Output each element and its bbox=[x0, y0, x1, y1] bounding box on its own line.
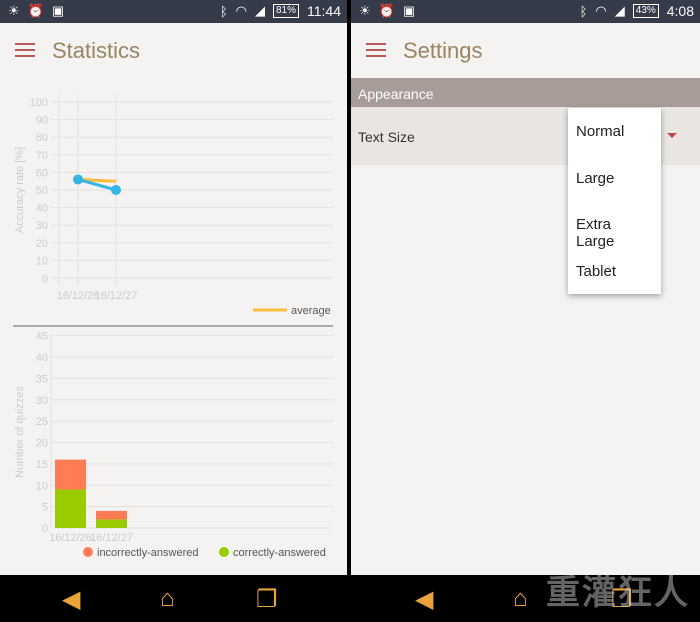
clock: 4:08 bbox=[666, 3, 694, 19]
watermark: 重灌狂人 bbox=[546, 574, 690, 612]
back-icon[interactable]: ◀ bbox=[62, 585, 80, 614]
brightness-icon: ☀ bbox=[359, 3, 371, 18]
section-header-appearance: Appearance bbox=[351, 78, 700, 107]
x-tick-label: 16/12/26 bbox=[49, 532, 92, 544]
settings-screen: ☀ ⏰ ▣ ᛒ ◠ ◢ 43% 4:08 Settings Appearance Text … bbox=[351, 0, 700, 622]
bar-segment bbox=[55, 459, 86, 490]
option-normal[interactable]: Normal bbox=[568, 114, 661, 161]
home-icon[interactable]: ⌂ bbox=[513, 585, 528, 613]
app-bar: Settings bbox=[351, 23, 700, 78]
option-large[interactable]: Large bbox=[568, 161, 661, 208]
home-icon[interactable]: ⌂ bbox=[160, 585, 175, 613]
x-tick-label: 16/12/27 bbox=[90, 532, 133, 544]
legend-swatch-incorrect bbox=[83, 547, 93, 557]
quizzes-bar-chart: 0 5 10 15 20 25 30 35 40 45 Number of quizzes 16/12… bbox=[14, 331, 333, 559]
statistics-screen: ☀ ⏰ ▣ ᛒ ◠ ◢ 81% 11:44 Statistics 0 10 20 30 40 50 60… bbox=[0, 0, 347, 622]
image-icon: ▣ bbox=[402, 3, 416, 18]
y-tick-label: 30 bbox=[36, 395, 48, 407]
y-tick-label: 35 bbox=[36, 373, 48, 385]
dropdown-arrow-icon[interactable] bbox=[667, 133, 677, 138]
y-tick-label: 25 bbox=[36, 416, 48, 428]
battery-indicator: 43% bbox=[632, 4, 659, 18]
back-icon[interactable]: ◀ bbox=[415, 585, 433, 614]
y-axis-label: Number of quizzes bbox=[14, 386, 26, 478]
text-size-label: Text Size bbox=[358, 129, 415, 145]
legend-label-incorrect: incorrectly-answered bbox=[97, 547, 198, 559]
page-title: Settings bbox=[403, 38, 483, 63]
y-tick-label: 15 bbox=[36, 459, 48, 471]
bar-segment bbox=[96, 510, 127, 520]
legend-swatch-correct bbox=[219, 547, 229, 557]
menu-icon[interactable] bbox=[366, 43, 386, 57]
navigation-bar: ◀ ⌂ ❐ bbox=[0, 575, 347, 622]
legend-label-correct: correctly-answered bbox=[233, 547, 326, 559]
y-tick-label: 40 bbox=[36, 352, 48, 364]
y-tick-label: 10 bbox=[36, 480, 48, 492]
text-size-dropdown: Normal Large Extra Large Tablet bbox=[568, 108, 661, 294]
y-tick-label: 0 bbox=[42, 523, 48, 535]
signal-icon: ◢ bbox=[614, 3, 625, 18]
y-tick-label: 45 bbox=[36, 331, 48, 343]
bluetooth-icon: ᛒ bbox=[579, 3, 588, 19]
option-tablet[interactable]: Tablet bbox=[568, 254, 661, 301]
alarm-icon: ⏰ bbox=[378, 3, 395, 18]
status-bar: ☀ ⏰ ▣ ᛒ ◠ ◢ 43% 4:08 bbox=[351, 0, 700, 23]
y-tick-label: 20 bbox=[36, 438, 48, 450]
wifi-icon: ◠ bbox=[595, 3, 607, 18]
bar-segment bbox=[55, 489, 86, 528]
option-extra-large[interactable]: Extra Large bbox=[568, 207, 661, 254]
y-tick-label: 5 bbox=[42, 502, 48, 514]
recents-icon[interactable]: ❐ bbox=[256, 585, 278, 614]
bar-segment bbox=[96, 519, 127, 528]
